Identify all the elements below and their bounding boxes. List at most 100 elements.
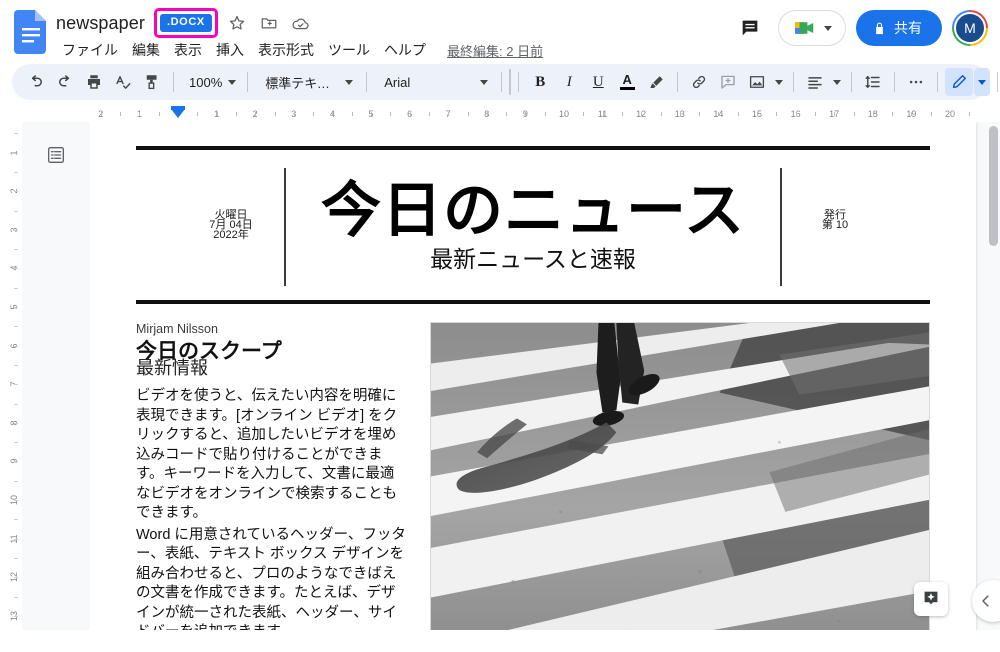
menu-item-tools[interactable]: ツール xyxy=(321,38,377,62)
insert-image-icon[interactable] xyxy=(743,68,771,96)
insert-image-chevron-down-icon[interactable] xyxy=(772,68,786,96)
masthead-issue-number: 第 10 xyxy=(821,219,849,231)
ruler-tick xyxy=(14,615,18,617)
italic-label: I xyxy=(566,73,572,90)
move-to-folder-icon[interactable] xyxy=(256,10,282,36)
vertical-ruler[interactable]: 12345678910111213 xyxy=(0,122,22,630)
ruler-tick xyxy=(776,112,778,116)
ruler-tick xyxy=(892,112,894,116)
horizontal-ruler[interactable]: 211234567891011121314151617181920 xyxy=(0,100,1000,122)
masthead-bottom-rule xyxy=(136,300,930,304)
avatar-initial: M xyxy=(954,12,986,44)
ruler-tick xyxy=(409,112,411,116)
article-image-column xyxy=(430,322,930,630)
caret-shape xyxy=(775,79,784,85)
font-size-stepper[interactable]: − 11 + xyxy=(509,69,512,95)
page-scroll-area[interactable]: 火曜日 7月 04日 2022年 今日のニュース 最新ニュースと速報 発行 第 … xyxy=(90,122,1000,630)
toolbar-divider xyxy=(518,72,520,92)
menu-item-insert[interactable]: 挿入 xyxy=(209,38,251,62)
toolbar-divider xyxy=(793,72,795,92)
ruler-tick xyxy=(583,112,585,116)
font-chevron-down-icon xyxy=(480,79,489,85)
align-icon[interactable] xyxy=(801,68,829,96)
menu-item-file[interactable]: ファイル xyxy=(55,38,125,62)
docx-format-badge[interactable]: .DOCX xyxy=(159,14,212,32)
cloud-saved-icon[interactable] xyxy=(288,10,314,36)
avatar[interactable]: M xyxy=(952,10,988,46)
formatting-toolbar: 100% 標準テキス… Arial − 11 + B I U A xyxy=(12,64,999,100)
text-color-button[interactable]: A xyxy=(613,68,641,96)
line-spacing-icon[interactable] xyxy=(859,68,887,96)
ruler-tick xyxy=(14,403,18,405)
left-indent-marker[interactable] xyxy=(171,106,185,118)
print-icon[interactable] xyxy=(80,68,108,96)
menu-item-edit[interactable]: 編集 xyxy=(125,38,167,62)
google-docs-logo[interactable] xyxy=(14,10,48,54)
ruler-tick xyxy=(757,112,758,116)
document-title[interactable]: newspaper xyxy=(56,13,145,34)
font-size-decrease-button[interactable]: − xyxy=(510,70,511,94)
ruler-tick xyxy=(332,112,334,116)
share-button[interactable]: 共有 xyxy=(856,10,942,46)
paint-format-icon[interactable] xyxy=(138,68,166,96)
ruler-tick xyxy=(930,112,932,116)
more-options-icon[interactable] xyxy=(902,68,930,96)
star-icon[interactable] xyxy=(224,10,250,36)
bold-button[interactable]: B xyxy=(526,68,554,96)
ruler-tick xyxy=(371,112,372,116)
ruler-tick xyxy=(14,249,18,251)
explore-sparkle-icon[interactable] xyxy=(914,582,948,616)
vertical-scrollbar[interactable] xyxy=(989,126,998,246)
masthead-issue-stack: 発行 第 10 xyxy=(796,210,874,244)
editing-mode-pencil-icon[interactable] xyxy=(945,68,974,96)
ruler-tick xyxy=(660,112,662,116)
article-paragraph: Word に用意されているヘッダー、フッター、表紙、テキスト ボックス デザイン… xyxy=(136,526,406,631)
link-icon[interactable] xyxy=(685,68,713,96)
comment-history-icon[interactable] xyxy=(732,10,768,46)
add-comment-icon[interactable] xyxy=(714,68,742,96)
paragraph-style-value: 標準テキス… xyxy=(265,75,340,91)
toolbar-divider xyxy=(247,72,249,92)
article-subhead: 最新情報 xyxy=(136,358,208,378)
google-meet-button[interactable] xyxy=(778,10,846,46)
underline-button[interactable]: U xyxy=(584,68,612,96)
document-page[interactable]: 火曜日 7月 04日 2022年 今日のニュース 最新ニュースと速報 発行 第 … xyxy=(90,122,976,630)
menu-item-format[interactable]: 表示形式 xyxy=(251,38,321,62)
ruler-tick xyxy=(197,112,199,116)
app-header: newspaper .DOCX ファイル 編集 表示 挿入 表示形式 ツール ヘ… xyxy=(0,0,1000,64)
ruler-tick xyxy=(390,112,392,116)
last-edit-link[interactable]: 最終編集: 2 日前 xyxy=(447,41,543,60)
spellcheck-icon[interactable] xyxy=(109,68,137,96)
editing-mode-chevron-down-icon[interactable] xyxy=(974,68,991,96)
ruler-tick xyxy=(718,112,720,116)
ruler-tick xyxy=(14,461,18,463)
article-text-column[interactable]: Mirjam Nilsson 今日のスクープ 最新情報 ビデオを使うと、伝えたい… xyxy=(136,322,408,630)
document-outline-icon[interactable] xyxy=(41,140,71,170)
menu-item-help[interactable]: ヘルプ xyxy=(377,38,433,62)
menu-item-view[interactable]: 表示 xyxy=(167,38,209,62)
docx-badge-highlight: .DOCX xyxy=(153,8,218,38)
crosswalk-photo[interactable] xyxy=(430,322,930,630)
ruler-tick xyxy=(14,345,18,347)
paragraph-style-selector[interactable]: 標準テキス… xyxy=(255,68,359,96)
horizontal-ruler-ticks: 211234567891011121314151617181920 xyxy=(90,100,986,121)
undo-icon[interactable] xyxy=(22,68,50,96)
ruler-tick xyxy=(100,112,102,116)
redo-icon[interactable] xyxy=(51,68,79,96)
text-color-swatch xyxy=(619,87,635,90)
font-family-selector[interactable]: Arial xyxy=(374,68,494,96)
meet-chevron-down-icon[interactable] xyxy=(823,25,832,31)
italic-button[interactable]: I xyxy=(555,68,583,96)
toolbar-divider xyxy=(937,72,939,92)
ruler-tick xyxy=(158,112,160,116)
align-chevron-down-icon[interactable] xyxy=(830,68,844,96)
masthead-date-stack: 火曜日 7月 04日 2022年 xyxy=(192,210,270,244)
side-panel-toggle-button[interactable] xyxy=(972,580,1000,622)
ruler-tick xyxy=(14,152,18,154)
ruler-tick xyxy=(351,112,353,116)
ruler-tick xyxy=(14,442,18,444)
underline-label: U xyxy=(592,73,604,90)
ruler-tick xyxy=(14,171,18,173)
zoom-selector[interactable]: 100% xyxy=(181,68,240,96)
highlight-icon[interactable] xyxy=(642,68,670,96)
